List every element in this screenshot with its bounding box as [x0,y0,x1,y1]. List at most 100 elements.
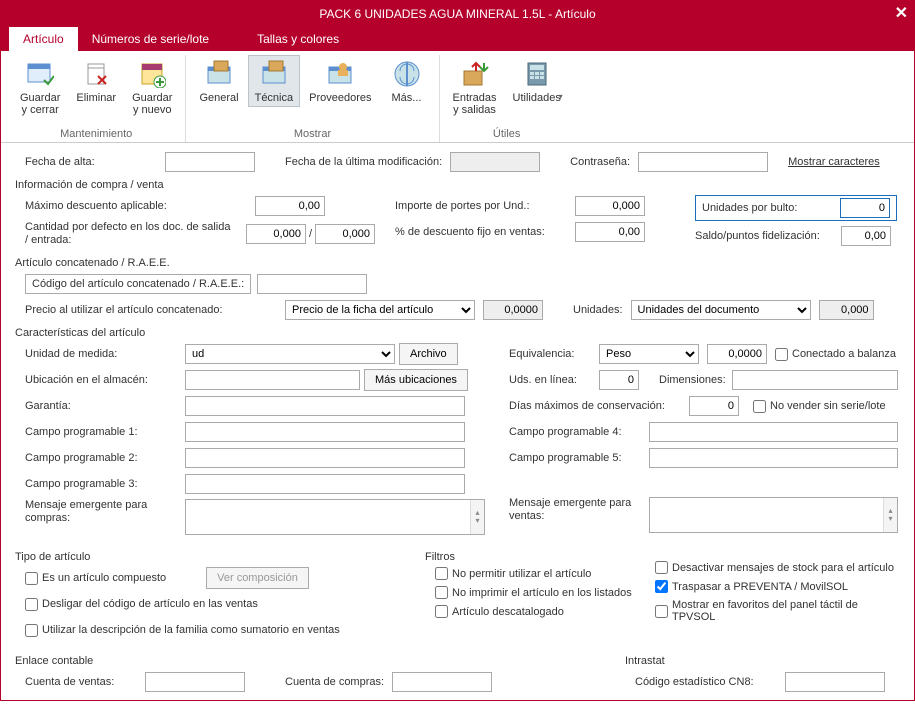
ubicacion-label: Ubicación en el almacén: [25,374,185,386]
codigo-concat-input[interactable] [257,274,367,294]
ribbon-guardar-cerrar[interactable]: Guardar y cerrar [13,55,67,119]
msg-ventas-wrap: ▴▾ [649,497,898,533]
equiv-label: Equivalencia: [509,348,599,360]
section-concatenado: Artículo concatenado / R.A.E.E. [15,257,898,269]
cp3-input[interactable] [185,474,465,494]
descatalogado-checkbox[interactable]: Artículo descatalogado [435,605,645,618]
close-icon[interactable]: ✕ [895,3,908,23]
mostrar-caracteres-link[interactable]: Mostrar caracteres [788,156,880,168]
section-filtros: Filtros [425,551,645,563]
cp4-label: Campo programable 4: [509,426,649,438]
cp1-input[interactable] [185,422,465,442]
dias-input[interactable] [689,396,739,416]
archivo-button[interactable]: Archivo [399,343,458,365]
msg-compras-wrap: ▴▾ [185,499,485,535]
msg-ventas-textarea[interactable] [650,498,883,532]
importe-portes-input[interactable] [575,196,645,216]
saldo-input[interactable] [841,226,891,246]
uds-linea-input[interactable] [599,370,639,390]
garantia-input[interactable] [185,396,465,416]
max-desc-label: Máximo descuento aplicable: [25,200,255,212]
cant-salida-input[interactable] [246,224,306,244]
spinner[interactable]: ▴▾ [470,500,484,534]
ribbon-utilidades[interactable]: Utilidades ▾ [506,55,568,119]
desc-fijo-input[interactable] [575,222,645,242]
no-imprimir-checkbox[interactable]: No imprimir el artículo en los listados [435,586,645,599]
section-enlace: Enlace contable [15,655,625,667]
delete-icon [80,58,112,90]
general-icon [203,58,235,90]
tab-articulo[interactable]: Artículo [9,27,78,51]
cp5-label: Campo programable 5: [509,452,649,464]
ribbon-mas[interactable]: Más... [381,55,433,107]
save-new-icon [136,58,168,90]
ribbon-group-mantenimiento: Guardar y cerrar Eliminar Guardar y nuev… [7,55,186,142]
unidades-bulto-label: Unidades por bulto: [702,202,832,214]
no-permitir-checkbox[interactable]: No permitir utilizar el artículo [435,567,645,580]
precio-concat-val [483,300,543,320]
unidades-concat-select[interactable]: Unidades del documento [631,300,811,320]
desligar-checkbox[interactable]: Desligar del código de artículo en las v… [25,598,258,611]
dimensiones-label: Dimensiones: [659,374,726,386]
saldo-label: Saldo/puntos fidelización: [695,230,841,242]
window-title: PACK 6 UNIDADES AGUA MINERAL 1.5L - Artí… [319,7,595,21]
ribbon-guardar-nuevo[interactable]: Guardar y nuevo [125,55,179,119]
unidad-select[interactable]: ud [185,344,395,364]
contrasena-input[interactable] [638,152,768,172]
tecnica-icon [258,58,290,90]
cp5-input[interactable] [649,448,898,468]
tab-tallas[interactable]: Tallas y colores [243,27,353,51]
cuenta-ventas-input[interactable] [145,672,245,692]
desc-fijo-label: % de descuento fijo en ventas: [395,226,575,238]
favoritos-checkbox[interactable]: Mostrar en favoritos del panel táctil de… [655,599,898,623]
section-tipo: Tipo de artículo [15,551,425,563]
compuesto-checkbox[interactable]: Es un artículo compuesto [25,572,166,585]
cuenta-compras-label: Cuenta de compras: [285,676,384,688]
cp2-input[interactable] [185,448,465,468]
cp4-input[interactable] [649,422,898,442]
desc-familia-checkbox[interactable]: Utilizar la descripción de la familia co… [25,624,340,637]
form-content: Fecha de alta: Fecha de la última modifi… [1,143,914,707]
ribbon-proveedores[interactable]: Proveedores [302,55,378,107]
ribbon: Guardar y cerrar Eliminar Guardar y nuev… [1,51,914,143]
traspasar-checkbox[interactable]: Traspasar a PREVENTA / MovilSOL [655,580,898,593]
unidad-label: Unidad de medida: [25,348,185,360]
proveedores-icon [324,58,356,90]
dimensiones-input[interactable] [732,370,898,390]
cuenta-ventas-label: Cuenta de ventas: [25,676,145,688]
unidades-bulto-highlight: Unidades por bulto: [695,195,897,221]
fecha-alta-label: Fecha de alta: [25,156,165,168]
msg-ventas-label: Mensaje emergente para ventas: [509,497,649,523]
spinner[interactable]: ▴▾ [883,498,897,532]
ribbon-group-mostrar: General Técnica Proveedores Más... Mostr… [186,55,439,142]
no-vender-checkbox[interactable]: No vender sin serie/lote [753,400,886,413]
ribbon-group-utiles: Entradas y salidas Utilidades ▾ Útiles [440,55,574,142]
max-desc-input[interactable] [255,196,325,216]
cuenta-compras-input[interactable] [392,672,492,692]
cp2-label: Campo programable 2: [25,452,185,464]
ribbon-eliminar[interactable]: Eliminar [69,55,123,119]
unidades-bulto-input[interactable] [840,198,890,218]
equiv-select[interactable]: Peso [599,344,699,364]
codigo-concat-label: Código del artículo concatenado / R.A.E.… [25,274,251,294]
mas-ubicaciones-button[interactable]: Más ubicaciones [364,369,468,391]
equiv-val-input[interactable] [707,344,767,364]
conectado-checkbox[interactable]: Conectado a balanza [775,348,896,361]
ribbon-general[interactable]: General [192,55,245,107]
ver-composicion-button: Ver composición [206,567,309,589]
garantia-label: Garantía: [25,400,185,412]
contrasena-label: Contraseña: [570,156,630,168]
precio-concat-select[interactable]: Precio de la ficha del artículo [285,300,475,320]
cant-entrada-input[interactable] [315,224,375,244]
ribbon-entradas[interactable]: Entradas y salidas [446,55,504,119]
msg-compras-textarea[interactable] [186,500,470,534]
ribbon-tecnica[interactable]: Técnica [248,55,301,107]
importe-portes-label: Importe de portes por Und.: [395,200,575,212]
cn8-input[interactable] [785,672,885,692]
desactivar-stock-checkbox[interactable]: Desactivar mensajes de stock para el art… [655,561,898,574]
chevron-down-icon: ▾ [559,92,563,101]
tab-series[interactable]: Números de serie/lote [78,27,223,51]
ubicacion-input[interactable] [185,370,360,390]
entradas-icon [459,58,491,90]
fecha-alta-input[interactable] [165,152,255,172]
